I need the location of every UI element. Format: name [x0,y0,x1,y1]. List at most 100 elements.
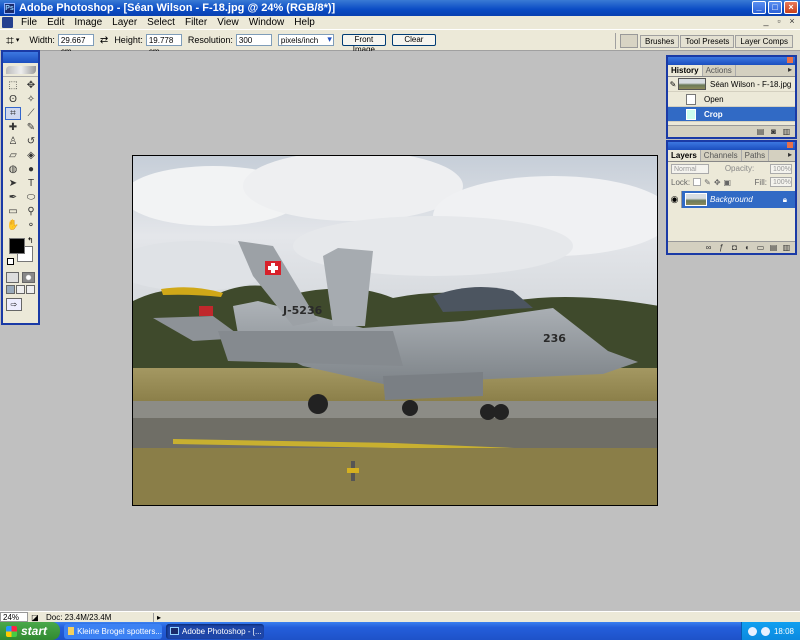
well-tab-brushes[interactable]: Brushes [640,34,680,48]
tab-channels[interactable]: Channels [701,150,742,161]
history-state-open[interactable]: Open [668,92,795,107]
link-layers-icon[interactable]: ∞ [704,243,713,252]
standard-screen-button[interactable] [6,285,15,294]
status-info-icon[interactable]: ◪ [28,613,42,622]
trash-icon[interactable]: ▥ [782,243,791,252]
volume-icon[interactable] [760,626,770,636]
doc-close-button[interactable]: × [786,16,798,28]
menu-view[interactable]: View [212,17,244,28]
menu-help[interactable]: Help [289,17,320,28]
move-icon[interactable]: ✥ [23,79,39,92]
swap-dimensions-icon[interactable]: ⇄ [100,35,108,46]
eye-icon[interactable]: ◉ [668,191,682,208]
brush-icon[interactable]: ✎ [23,121,39,134]
pen-icon[interactable]: ✒ [5,191,21,204]
lock-position-icon[interactable]: ✥ [714,178,721,187]
full-screen-button[interactable] [26,285,35,294]
file-browser-icon[interactable] [620,34,639,48]
dodge-icon[interactable]: ● [23,163,39,176]
document-canvas[interactable]: J-5236 236 [132,155,658,506]
blur-icon[interactable]: ◍ [5,163,21,176]
panel-menu-icon[interactable]: ▸ [785,65,795,76]
lock-all-icon[interactable]: ▣ [724,178,732,187]
new-layer-icon[interactable]: ▤ [769,243,778,252]
task-button-folder[interactable]: Kleine Brogel spotters... [64,623,162,639]
height-input[interactable]: 19.778 cm [145,34,182,56]
layer-mask-icon[interactable]: ◘ [730,243,739,252]
adobe-online-icon[interactable] [3,63,38,77]
quick-mask-button[interactable] [22,272,35,283]
eyedropper-icon[interactable]: ⚲ [23,205,39,218]
swap-colors-icon[interactable]: ↰ [27,236,34,245]
eraser-icon[interactable]: ▱ [5,149,21,162]
hand-icon[interactable]: ✋ [5,219,21,232]
new-snapshot-icon[interactable]: ◙ [769,127,778,136]
history-brush-source-icon[interactable]: ✎ [668,80,678,89]
adjustment-layer-icon[interactable]: ◐ [743,243,752,252]
menu-layer[interactable]: Layer [107,17,142,28]
resolution-unit-select[interactable]: pixels/inch [277,34,334,46]
well-tab-layer-comps[interactable]: Layer Comps [735,34,793,48]
history-panel-title-bar[interactable] [668,57,795,65]
tab-paths[interactable]: Paths [742,150,770,161]
tab-actions[interactable]: Actions [703,65,736,76]
slice-icon[interactable]: ⟋ [23,107,39,120]
tab-layers[interactable]: Layers [668,150,701,161]
magic-wand-icon[interactable]: ✧ [23,93,39,106]
layer-background[interactable]: ◉ Background 🔒︎ [668,191,795,208]
notes-icon[interactable]: ▭ [5,205,21,218]
new-document-from-state-icon[interactable]: ▤ [756,127,765,136]
start-button[interactable]: start [0,622,60,640]
menu-select[interactable]: Select [142,17,180,28]
document-icon[interactable] [2,17,13,28]
foreground-color[interactable] [9,238,25,254]
full-screen-menu-button[interactable] [16,285,25,294]
healing-brush-icon[interactable]: ✚ [5,121,21,134]
width-input[interactable]: 29.667 cm [57,34,94,56]
path-select-icon[interactable]: ➤ [5,177,21,190]
opacity-input[interactable]: 100% [770,164,792,174]
clone-stamp-icon[interactable]: ♙ [5,135,21,148]
crop-icon[interactable]: ⌗ [5,107,21,120]
menu-file[interactable]: File [16,17,42,28]
menu-window[interactable]: Window [244,17,290,28]
lasso-icon[interactable]: ʘ [5,93,21,106]
lock-pixels-icon[interactable]: ✎ [704,178,711,187]
type-icon[interactable]: T [23,177,39,190]
marquee-icon[interactable]: ⬚ [5,79,21,92]
blend-mode-select[interactable]: Normal [671,164,709,174]
shape-icon[interactable]: ⬭ [23,191,39,204]
menu-filter[interactable]: Filter [180,17,212,28]
clear-button[interactable]: Clear [391,34,436,46]
crop-tool-preset-icon[interactable]: ⌗ [6,32,14,49]
fill-input[interactable]: 100% [770,177,792,187]
paint-bucket-icon[interactable]: ◈ [23,149,39,162]
doc-minimize-button[interactable]: _ [760,16,772,28]
close-icon[interactable] [787,142,793,148]
history-snapshot[interactable]: ✎ Séan Wilson - F-18.jpg [668,77,795,92]
resolution-input[interactable]: 300 [235,34,272,46]
minimize-button[interactable]: _ [752,1,766,14]
maximize-button[interactable]: □ [768,1,782,14]
history-brush-icon[interactable]: ↺ [23,135,39,148]
tab-history[interactable]: History [668,65,703,76]
close-button[interactable]: × [784,1,798,14]
menu-edit[interactable]: Edit [42,17,69,28]
chevron-down-icon[interactable]: ▾ [16,36,20,44]
layer-style-icon[interactable]: ƒ [717,243,726,252]
zoom-field[interactable]: 24% [0,612,28,622]
jump-to-imageready-icon[interactable]: ⇨ [6,298,22,311]
trash-icon[interactable]: ▥ [782,127,791,136]
close-icon[interactable] [787,57,793,63]
menu-image[interactable]: Image [69,17,107,28]
task-button-photoshop[interactable]: Adobe Photoshop - [... [166,623,264,639]
network-icon[interactable] [747,626,757,636]
front-image-button[interactable]: Front Image [341,34,386,54]
lock-transparency-checkbox[interactable] [693,178,702,186]
history-state-crop[interactable]: Crop [668,107,795,122]
standard-mode-button[interactable] [6,272,19,283]
palette-title-bar[interactable] [3,52,38,63]
default-colors-icon[interactable] [7,258,14,265]
status-menu-arrow-icon[interactable]: ▸ [154,613,164,622]
zoom-icon[interactable]: ⚬ [23,219,39,232]
